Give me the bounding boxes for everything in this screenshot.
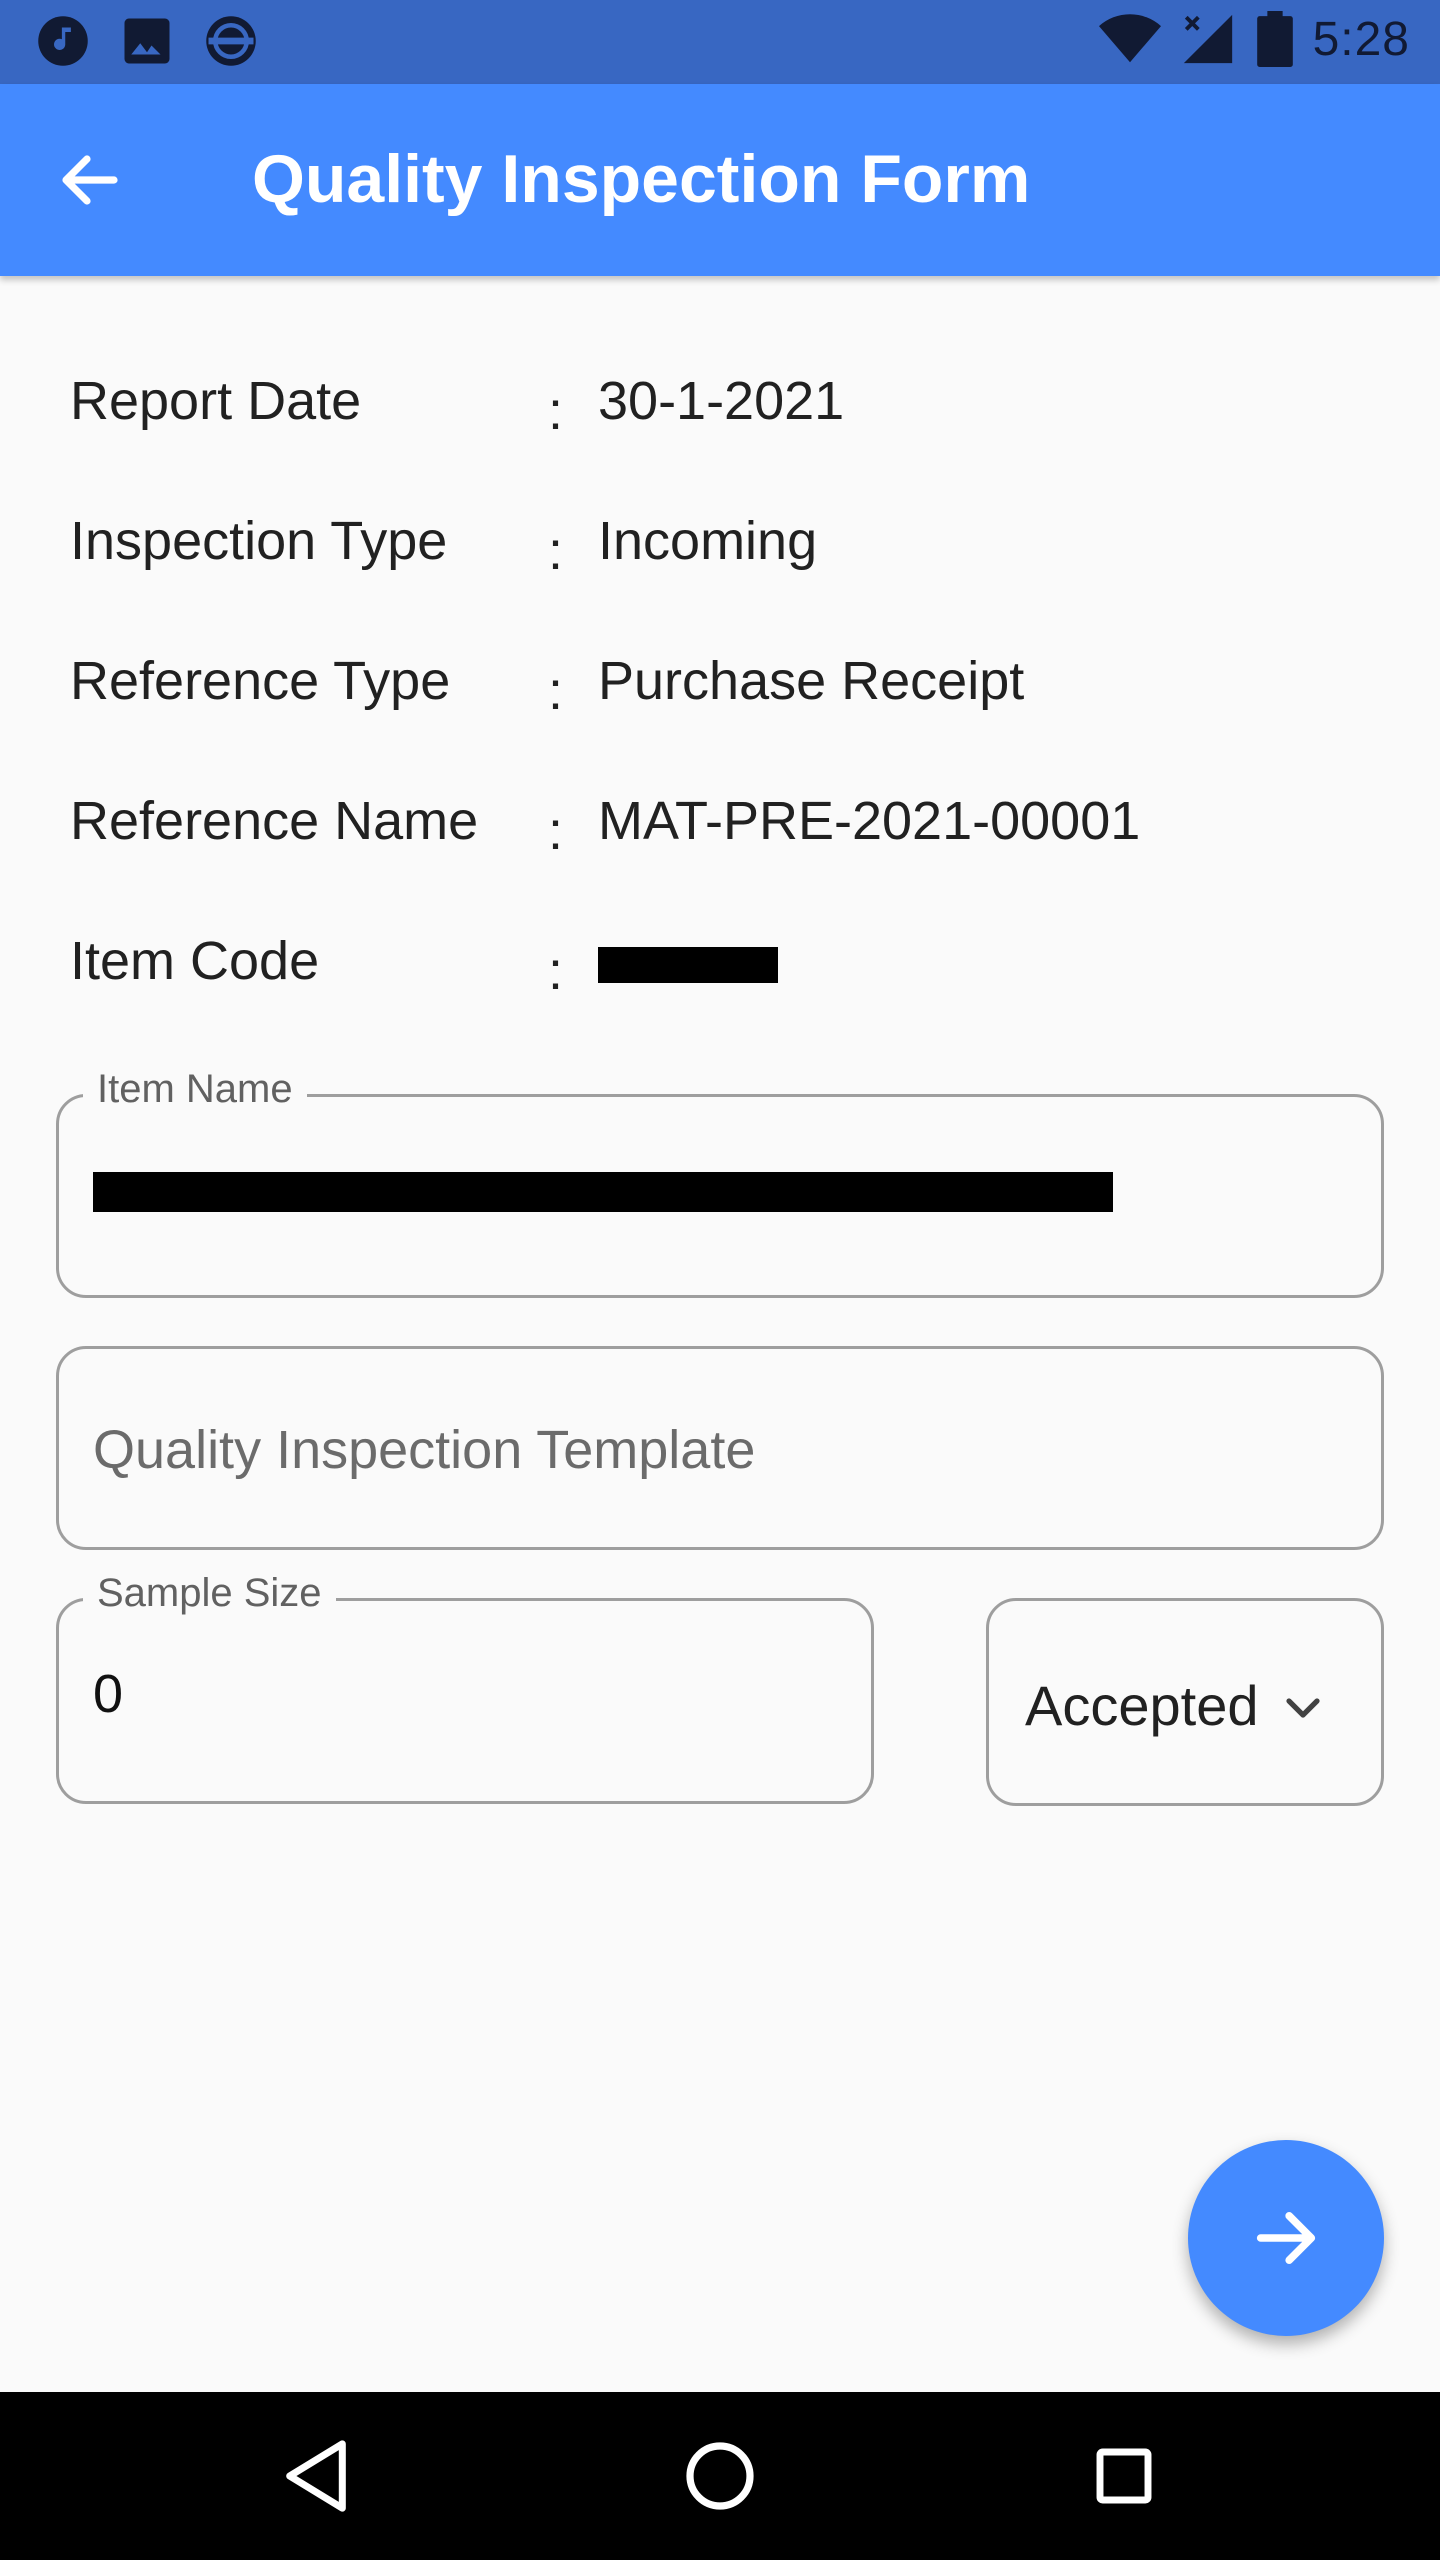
sample-size-field[interactable]: Sample Size 0 [56, 1571, 874, 1804]
music-icon [38, 16, 88, 66]
detail-row-inspection-type: Inspection Type : Incoming [70, 500, 1370, 590]
image-icon [124, 18, 170, 64]
detail-value: Purchase Receipt [598, 651, 1025, 711]
template-placeholder: Quality Inspection Template [93, 1420, 756, 1480]
next-button[interactable] [1188, 2140, 1384, 2336]
detail-label: Item Code [70, 931, 320, 991]
sample-size-label: Sample Size [83, 1571, 336, 1616]
quality-inspection-template-field[interactable]: Quality Inspection Template [56, 1346, 1384, 1550]
status-dropdown[interactable]: Accepted [986, 1598, 1384, 1806]
item-name-field[interactable]: Item Name [56, 1067, 1384, 1298]
arrow-left-icon [62, 155, 118, 205]
chevron-down-icon [1286, 1698, 1320, 1718]
nav-recents-button[interactable] [1076, 2428, 1172, 2524]
detail-separator: : [548, 521, 564, 581]
status-selected: Accepted [1025, 1674, 1259, 1737]
sample-size-value: 0 [93, 1664, 124, 1724]
item-name-label: Item Name [83, 1067, 307, 1112]
detail-label: Reference Type [70, 651, 451, 711]
detail-value: 30-1-2021 [598, 371, 845, 431]
item-name-value [93, 1157, 1113, 1219]
wifi-icon [1098, 14, 1161, 63]
detail-separator: : [548, 941, 564, 1001]
detail-value [598, 930, 778, 992]
navigation-bar [0, 2392, 1440, 2560]
detail-separator: : [548, 381, 564, 441]
detail-label: Inspection Type [70, 511, 448, 571]
back-button[interactable] [30, 120, 150, 240]
signal-icon [1183, 14, 1232, 64]
redacted-item-name [93, 1171, 1113, 1212]
redacted-item-code [598, 946, 778, 983]
detail-label: Report Date [70, 371, 362, 431]
detail-row-reference-name: Reference Name : MAT-PRE-2021-00001 [70, 780, 1370, 870]
nav-back-button[interactable] [268, 2428, 364, 2524]
page-title: Quality Inspection Form [252, 141, 1031, 217]
detail-label: Reference Name [70, 791, 479, 851]
arrow-right-icon [1256, 2212, 1316, 2264]
home-circle-icon [686, 2442, 754, 2510]
battery-icon [1256, 11, 1293, 67]
app-bar: Quality Inspection Form [0, 84, 1440, 276]
back-triangle-icon [286, 2440, 346, 2512]
detail-value: MAT-PRE-2021-00001 [598, 791, 1141, 851]
status-bar: 5:28 [0, 0, 1440, 84]
detail-row-reference-type: Reference Type : Purchase Receipt [70, 640, 1370, 730]
detail-value: Incoming [598, 511, 818, 571]
detail-row-item-code: Item Code : [70, 920, 1370, 1010]
detail-row-report-date: Report Date : 30-1-2021 [70, 360, 1370, 450]
subway-icon [206, 16, 256, 66]
nav-home-button[interactable] [672, 2428, 768, 2524]
screen: 5:28 Quality Inspection Form Report Date… [0, 0, 1440, 2560]
detail-separator: : [548, 801, 564, 861]
clock: 5:28 [1312, 12, 1410, 66]
recents-square-icon [1096, 2448, 1152, 2504]
detail-separator: : [548, 661, 564, 721]
